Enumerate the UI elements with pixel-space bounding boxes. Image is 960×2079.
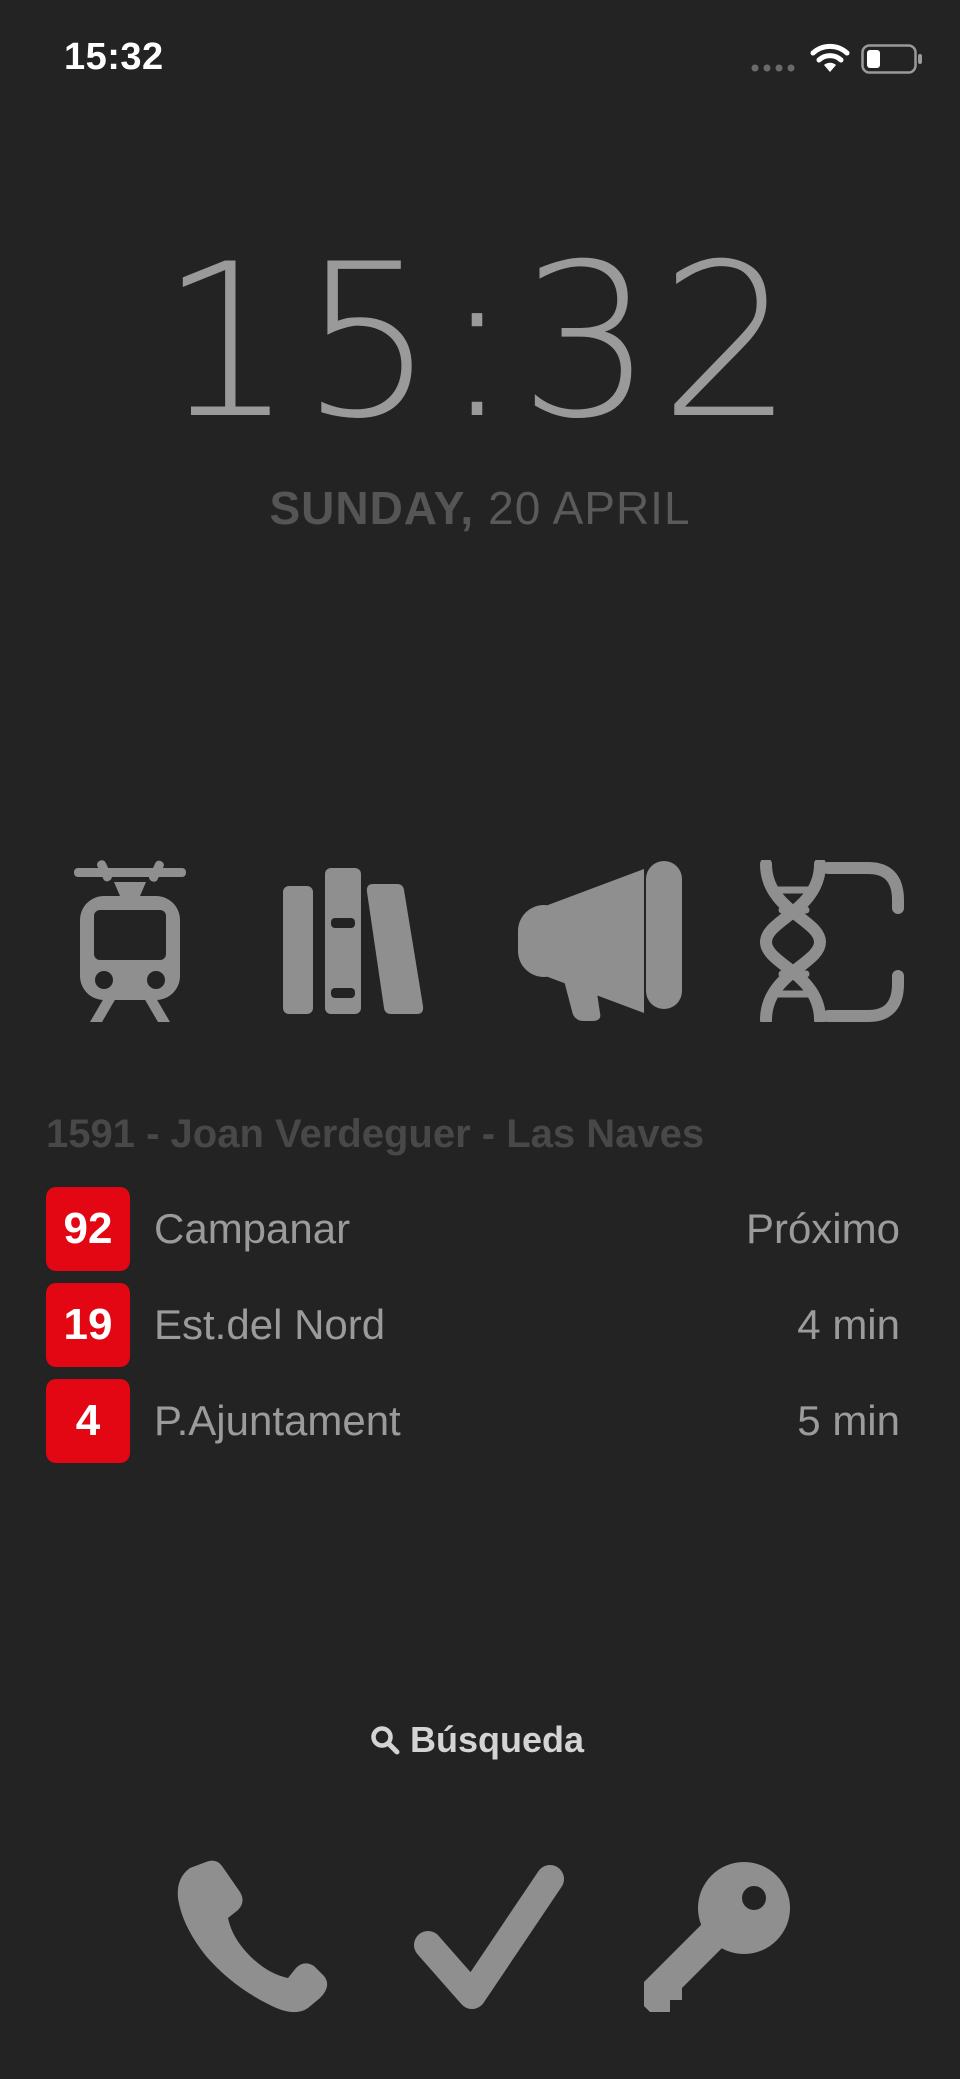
status-bar: 15:32 bbox=[0, 0, 960, 120]
checkmark-icon bbox=[414, 1865, 564, 2009]
phone-button[interactable] bbox=[170, 1856, 330, 2016]
battery-icon bbox=[861, 44, 922, 74]
key-button[interactable] bbox=[636, 1856, 796, 2016]
search-icon bbox=[371, 1726, 400, 1755]
dna-icon bbox=[760, 860, 904, 1022]
route-destination: Campanar bbox=[154, 1205, 351, 1252]
route-badge: 4 bbox=[46, 1379, 130, 1463]
lockscreen-date: SUNDAY, 20 APRIL bbox=[0, 478, 960, 538]
date-day: 20 APRIL bbox=[488, 482, 691, 534]
tram-app-button[interactable] bbox=[70, 858, 190, 1024]
science-app-button[interactable] bbox=[756, 858, 910, 1024]
cellular-signal-icon bbox=[751, 64, 795, 72]
route-destination: P.Ajuntament bbox=[154, 1397, 401, 1444]
announcements-app-button[interactable] bbox=[516, 858, 686, 1024]
route-eta: 4 min bbox=[797, 1301, 900, 1348]
lockscreen-clock: 15:32 bbox=[159, 218, 801, 465]
route-badge: 19 bbox=[46, 1283, 130, 1367]
status-time: 15:32 bbox=[64, 36, 164, 78]
wifi-icon bbox=[810, 43, 850, 72]
check-button[interactable] bbox=[408, 1856, 568, 2016]
phone-icon bbox=[177, 1860, 328, 2013]
library-app-button[interactable] bbox=[280, 858, 444, 1024]
megaphone-icon bbox=[518, 861, 682, 1021]
key-icon bbox=[644, 1862, 790, 2012]
route-destination: Est.del Nord bbox=[154, 1301, 386, 1348]
search-button[interactable]: Búsqueda bbox=[370, 1712, 584, 1768]
date-weekday: SUNDAY, bbox=[269, 482, 475, 534]
route-eta: 5 min bbox=[797, 1397, 900, 1444]
route-badge: 92 bbox=[46, 1187, 130, 1271]
route-row[interactable]: 19 Est.del Nord 4 min bbox=[46, 1283, 900, 1367]
books-icon bbox=[283, 868, 424, 1014]
route-row[interactable]: 4 P.Ajuntament 5 min bbox=[46, 1379, 900, 1463]
tram-icon bbox=[74, 860, 186, 1022]
route-row[interactable]: 92 Campanar Próximo bbox=[46, 1187, 900, 1271]
search-label: Búsqueda bbox=[410, 1719, 585, 1760]
stop-title: 1591 - Joan Verdeguer - Las Naves bbox=[46, 1112, 705, 1156]
route-eta: Próximo bbox=[745, 1205, 900, 1252]
